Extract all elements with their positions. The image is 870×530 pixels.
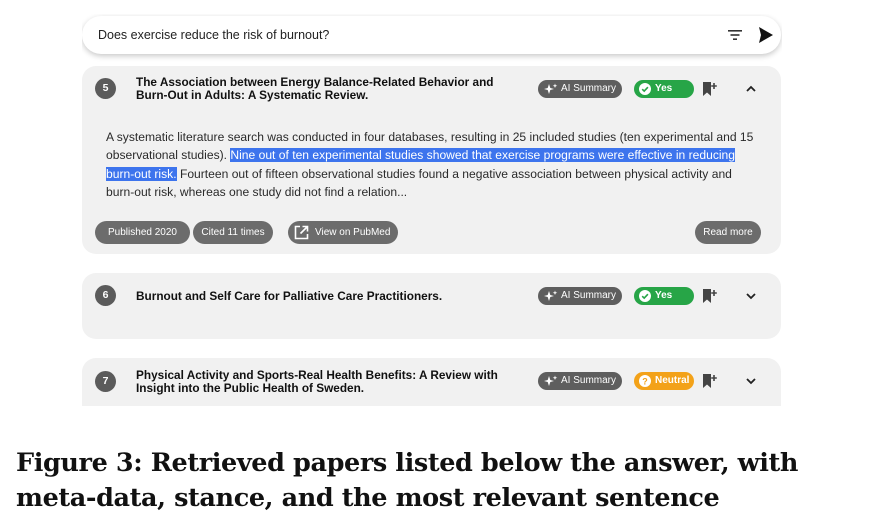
sparkle-icon <box>544 83 558 94</box>
stance-badge: ? Neutral <box>634 372 694 390</box>
bookmark-add-icon[interactable] <box>702 81 717 97</box>
sparkle-icon <box>544 375 558 386</box>
paper-title[interactable]: Burnout and Self Care for Palliative Car… <box>136 290 526 303</box>
ai-summary-label: AI Summary <box>561 375 617 386</box>
paper-card-5[interactable]: 5 The Association between Energy Balance… <box>82 66 781 254</box>
ai-summary-button[interactable]: AI Summary <box>538 287 622 305</box>
stance-label: Yes <box>655 83 673 94</box>
paper-title[interactable]: Physical Activity and Sports-Real Health… <box>136 369 526 394</box>
cited-button[interactable]: Cited 11 times <box>193 221 273 244</box>
bookmark-add-icon[interactable] <box>702 373 717 389</box>
published-badge: Published 2020 <box>95 221 190 244</box>
pubmed-label: View on PubMed <box>315 227 391 238</box>
read-more-button[interactable]: Read more <box>695 221 761 244</box>
search-query[interactable]: Does exercise reduce the risk of burnout… <box>98 28 329 42</box>
paper-card-6[interactable]: 6 Burnout and Self Care for Palliative C… <box>82 273 781 339</box>
screenshot: Does exercise reduce the risk of burnout… <box>82 14 782 406</box>
external-link-icon <box>294 225 309 240</box>
send-icon[interactable] <box>758 26 774 44</box>
ai-summary-label: AI Summary <box>561 83 617 94</box>
ai-summary-button[interactable]: AI Summary <box>538 80 622 98</box>
view-on-pubmed-button[interactable]: View on PubMed <box>288 221 398 244</box>
check-circle-icon <box>639 290 651 302</box>
paper-title[interactable]: The Association between Energy Balance-R… <box>136 76 526 101</box>
check-circle-icon <box>639 83 651 95</box>
abstract-text-continued: Fourteen out of fifteen observational st… <box>106 166 732 199</box>
bookmark-add-icon[interactable] <box>702 288 717 304</box>
chevron-down-icon[interactable] <box>744 374 758 388</box>
paper-number: 7 <box>95 371 116 392</box>
sparkle-icon <box>544 290 558 301</box>
paper-number: 5 <box>95 78 116 99</box>
chevron-up-icon[interactable] <box>744 82 758 96</box>
filter-icon[interactable] <box>727 27 743 43</box>
ai-summary-label: AI Summary <box>561 290 617 301</box>
stance-label: Yes <box>655 290 673 301</box>
paper-abstract: A systematic literature search was condu… <box>106 128 756 201</box>
figure-caption: Figure 3: Retrieved papers listed below … <box>16 448 799 513</box>
search-bar[interactable]: Does exercise reduce the risk of burnout… <box>82 16 781 54</box>
question-circle-icon: ? <box>639 375 651 387</box>
ai-summary-button[interactable]: AI Summary <box>538 372 622 390</box>
paper-card-7[interactable]: 7 Physical Activity and Sports-Real Heal… <box>82 358 781 406</box>
svg-text:?: ? <box>642 376 648 386</box>
chevron-down-icon[interactable] <box>744 289 758 303</box>
paper-number: 6 <box>95 285 116 306</box>
stance-badge: Yes <box>634 80 694 98</box>
stance-badge: Yes <box>634 287 694 305</box>
stance-label: Neutral <box>655 375 690 386</box>
